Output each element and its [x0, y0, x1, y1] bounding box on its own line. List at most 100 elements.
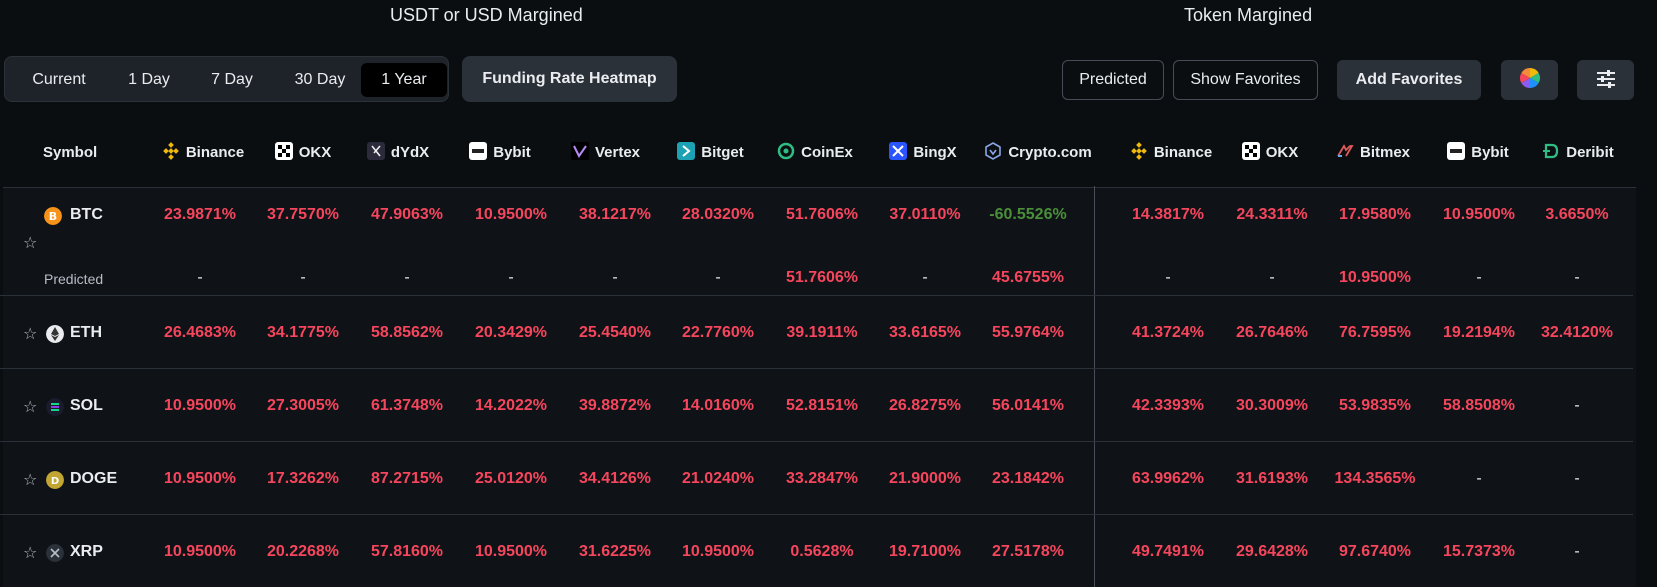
period-current-button[interactable]: Current — [11, 63, 107, 97]
predicted-rate-cell: 45.6755% — [991, 269, 1065, 286]
svg-text:B: B — [49, 210, 57, 223]
funding-rate-cell: 30.3009% — [1235, 397, 1309, 414]
header-dydx[interactable]: dYdX — [353, 118, 443, 188]
symbol-name[interactable]: XRP — [70, 543, 103, 561]
funding-rate-cell: 10.9500% — [163, 543, 237, 560]
predicted-row-label: Predicted — [44, 271, 104, 287]
add-favorites-button[interactable]: Add Favorites — [1337, 60, 1481, 100]
doge-coin-icon: D — [46, 471, 64, 489]
funding-rate-cell: 49.7491% — [1131, 543, 1205, 560]
header-bitget[interactable]: Bitget — [663, 118, 758, 188]
symbol-name[interactable]: DOGE — [70, 470, 117, 488]
predicted-rate-cell: - — [612, 269, 618, 286]
exchange-label: Crypto.com — [1008, 144, 1092, 161]
header-coinex[interactable]: CoinEx — [765, 118, 865, 188]
period-30-day-button[interactable]: 30 Day — [275, 63, 365, 97]
funding-rate-cell: 31.6225% — [578, 543, 652, 560]
funding-rate-cell: - — [1574, 543, 1580, 560]
predicted-rate-cell: - — [715, 269, 721, 286]
bybit-icon — [469, 142, 488, 161]
period-1-year-button[interactable]: 1 Year — [361, 63, 447, 97]
funding-rate-heatmap-button[interactable]: Funding Rate Heatmap — [462, 56, 677, 102]
funding-rate-cell: 22.7760% — [681, 324, 755, 341]
predicted-rate-cell: - — [300, 269, 306, 286]
exchange-label: Bybit — [493, 144, 531, 161]
funding-rate-cell: 20.3429% — [474, 324, 548, 341]
predicted-button[interactable]: Predicted — [1062, 60, 1164, 100]
funding-rate-cell: 47.9063% — [370, 206, 444, 223]
funding-rate-cell: 25.4540% — [578, 324, 652, 341]
binance-icon — [1130, 142, 1147, 160]
favorite-star-icon[interactable]: ☆ — [23, 233, 37, 253]
funding-rate-cell: 26.7646% — [1235, 324, 1309, 341]
funding-rate-cell: 10.9500% — [474, 543, 548, 560]
color-wheel-icon — [1519, 68, 1540, 88]
header-token-bybit[interactable]: Bybit — [1433, 118, 1523, 188]
symbol-name[interactable]: BTC — [70, 206, 103, 224]
funding-rate-cell: 39.1911% — [786, 324, 858, 341]
symbol-name[interactable]: ETH — [70, 324, 102, 342]
funding-rate-cell: 134.3565% — [1334, 470, 1416, 487]
show-favorites-button[interactable]: Show Favorites — [1173, 60, 1318, 100]
exchange-label: Bitget — [701, 144, 744, 161]
funding-rate-cell: 41.3724% — [1131, 324, 1205, 341]
funding-rate-cell: 56.0141% — [991, 397, 1065, 414]
funding-rate-cell: 28.0320% — [681, 206, 755, 223]
header-token-okx[interactable]: OKX — [1225, 118, 1315, 188]
funding-rate-cell: 34.4126% — [578, 470, 652, 487]
symbol-name[interactable]: SOL — [70, 397, 103, 415]
funding-rate-cell: - — [1574, 397, 1580, 414]
header-token-binance[interactable]: Binance — [1116, 118, 1226, 188]
bitget-icon — [677, 142, 696, 161]
header-cryptocom[interactable]: Crypto.com — [978, 118, 1098, 188]
funding-rate-cell: 29.6428% — [1235, 543, 1309, 560]
header-token-bitmex[interactable]: Bitmex — [1323, 118, 1423, 188]
header-okx[interactable]: OKX — [258, 118, 348, 188]
btc-coin-icon: B — [44, 207, 62, 225]
exchange-label: Vertex — [594, 144, 641, 161]
funding-rate-cell: 37.0110% — [889, 206, 961, 223]
favorite-star-icon[interactable]: ☆ — [23, 470, 37, 490]
period-7-day-button[interactable]: 7 Day — [191, 63, 273, 97]
funding-rate-cell: -60.5526% — [989, 206, 1067, 223]
funding-rate-cell: 39.8872% — [578, 397, 652, 414]
funding-rate-cell: 25.0120% — [474, 470, 548, 487]
favorite-star-icon[interactable]: ☆ — [23, 324, 37, 344]
settings-button[interactable] — [1577, 60, 1634, 100]
funding-rate-cell: 10.9500% — [474, 206, 548, 223]
vertex-icon — [570, 142, 589, 161]
sol-coin-icon — [46, 398, 64, 416]
header-bybit[interactable]: Bybit — [455, 118, 545, 188]
deribit-icon — [1543, 143, 1559, 159]
funding-rate-cell: 26.4683% — [163, 324, 237, 341]
symbol-header[interactable]: Symbol — [43, 118, 103, 188]
funding-rate-cell: 55.9764% — [991, 324, 1065, 341]
funding-rate-cell: 23.1842% — [991, 470, 1065, 487]
funding-rate-cell: 20.2268% — [266, 543, 340, 560]
binance-icon — [162, 142, 179, 160]
funding-rate-cell: 21.0240% — [681, 470, 755, 487]
funding-rate-cell: 37.7570% — [266, 206, 340, 223]
header-vertex[interactable]: Vertex — [558, 118, 653, 188]
predicted-rate-cell: - — [404, 269, 410, 286]
funding-rate-cell: 31.6193% — [1235, 470, 1309, 487]
header-token-deribit[interactable]: Deribit — [1528, 118, 1628, 188]
funding-rate-cell: 52.8151% — [785, 397, 859, 414]
favorite-star-icon[interactable]: ☆ — [23, 397, 37, 417]
predicted-rate-cell: - — [1269, 269, 1275, 286]
funding-rate-cell: 24.3311% — [1236, 206, 1308, 223]
funding-rate-cell: 0.5628% — [790, 543, 854, 560]
funding-rate-cell: 76.7595% — [1338, 324, 1412, 341]
period-1-day-button[interactable]: 1 Day — [109, 63, 189, 97]
cryptocom-icon — [985, 142, 1002, 160]
favorite-star-icon[interactable]: ☆ — [23, 543, 37, 563]
header-bingx[interactable]: BingX — [873, 118, 973, 188]
token-margined-title: Token Margined — [1184, 5, 1313, 25]
header-binance[interactable]: Binance — [148, 118, 258, 188]
exchange-label: Binance — [1153, 144, 1213, 161]
sliders-icon — [1596, 70, 1615, 88]
usdt-margined-title: USDT or USD Margined — [390, 5, 583, 25]
funding-rate-cell: 42.3393% — [1131, 397, 1205, 414]
exchange-label: BingX — [913, 144, 957, 161]
color-wheel-button[interactable] — [1501, 60, 1558, 100]
